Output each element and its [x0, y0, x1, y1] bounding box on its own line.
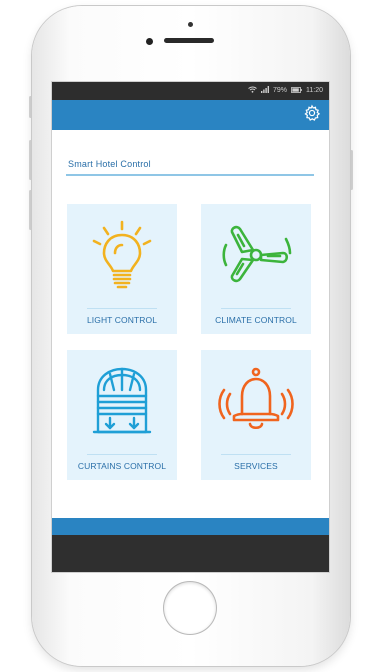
light-control-label: LIGHT CONTROL	[86, 315, 158, 325]
tile-divider	[87, 308, 157, 309]
light-control-tile[interactable]: LIGHT CONTROL	[67, 204, 177, 334]
curtains-control-tile[interactable]: CURTAINS CONTROL	[67, 350, 177, 480]
status-bar: 79% 11:20	[52, 82, 329, 100]
tile-divider	[87, 454, 157, 455]
light-icon-wrap	[67, 216, 177, 298]
front-camera	[146, 38, 153, 45]
services-label: SERVICES	[234, 461, 278, 471]
phone-screen: 79% 11:20 Smart Hotel Control LIGHT CONT…	[52, 82, 329, 572]
proximity-sensor	[188, 22, 193, 27]
bottom-navigation-bar	[52, 535, 329, 572]
title-area: Smart Hotel Control	[66, 154, 314, 176]
battery-icon	[291, 86, 302, 95]
light-bulb-icon	[87, 218, 157, 296]
settings-button[interactable]	[301, 104, 323, 126]
page-title: Smart Hotel Control	[68, 159, 151, 169]
bell-icon	[216, 366, 296, 440]
tile-divider	[221, 308, 291, 309]
wifi-icon	[248, 86, 257, 95]
power-button	[350, 150, 353, 190]
app-bar	[52, 100, 329, 130]
services-icon-wrap	[201, 362, 311, 444]
fan-icon	[220, 219, 292, 295]
battery-percent: 79%	[272, 87, 287, 94]
earpiece-speaker	[164, 38, 214, 43]
status-indicators: 79% 11:20	[248, 86, 323, 95]
bottom-accent-bar	[52, 518, 329, 535]
signal-icon	[260, 86, 269, 95]
stage: 79% 11:20 Smart Hotel Control LIGHT CONT…	[0, 0, 370, 672]
services-tile[interactable]: SERVICES	[201, 350, 311, 480]
curtains-icon-wrap	[67, 362, 177, 444]
climate-icon-wrap	[201, 216, 311, 298]
climate-control-label: CLIMATE CONTROL	[215, 315, 297, 325]
status-time: 11:20	[306, 87, 323, 94]
curtains-window-icon	[90, 366, 154, 440]
climate-control-tile[interactable]: CLIMATE CONTROL	[201, 204, 311, 334]
tile-divider	[221, 454, 291, 455]
home-button[interactable]	[164, 582, 216, 634]
gear-icon	[303, 104, 321, 126]
curtains-control-label: CURTAINS CONTROL	[77, 461, 167, 471]
